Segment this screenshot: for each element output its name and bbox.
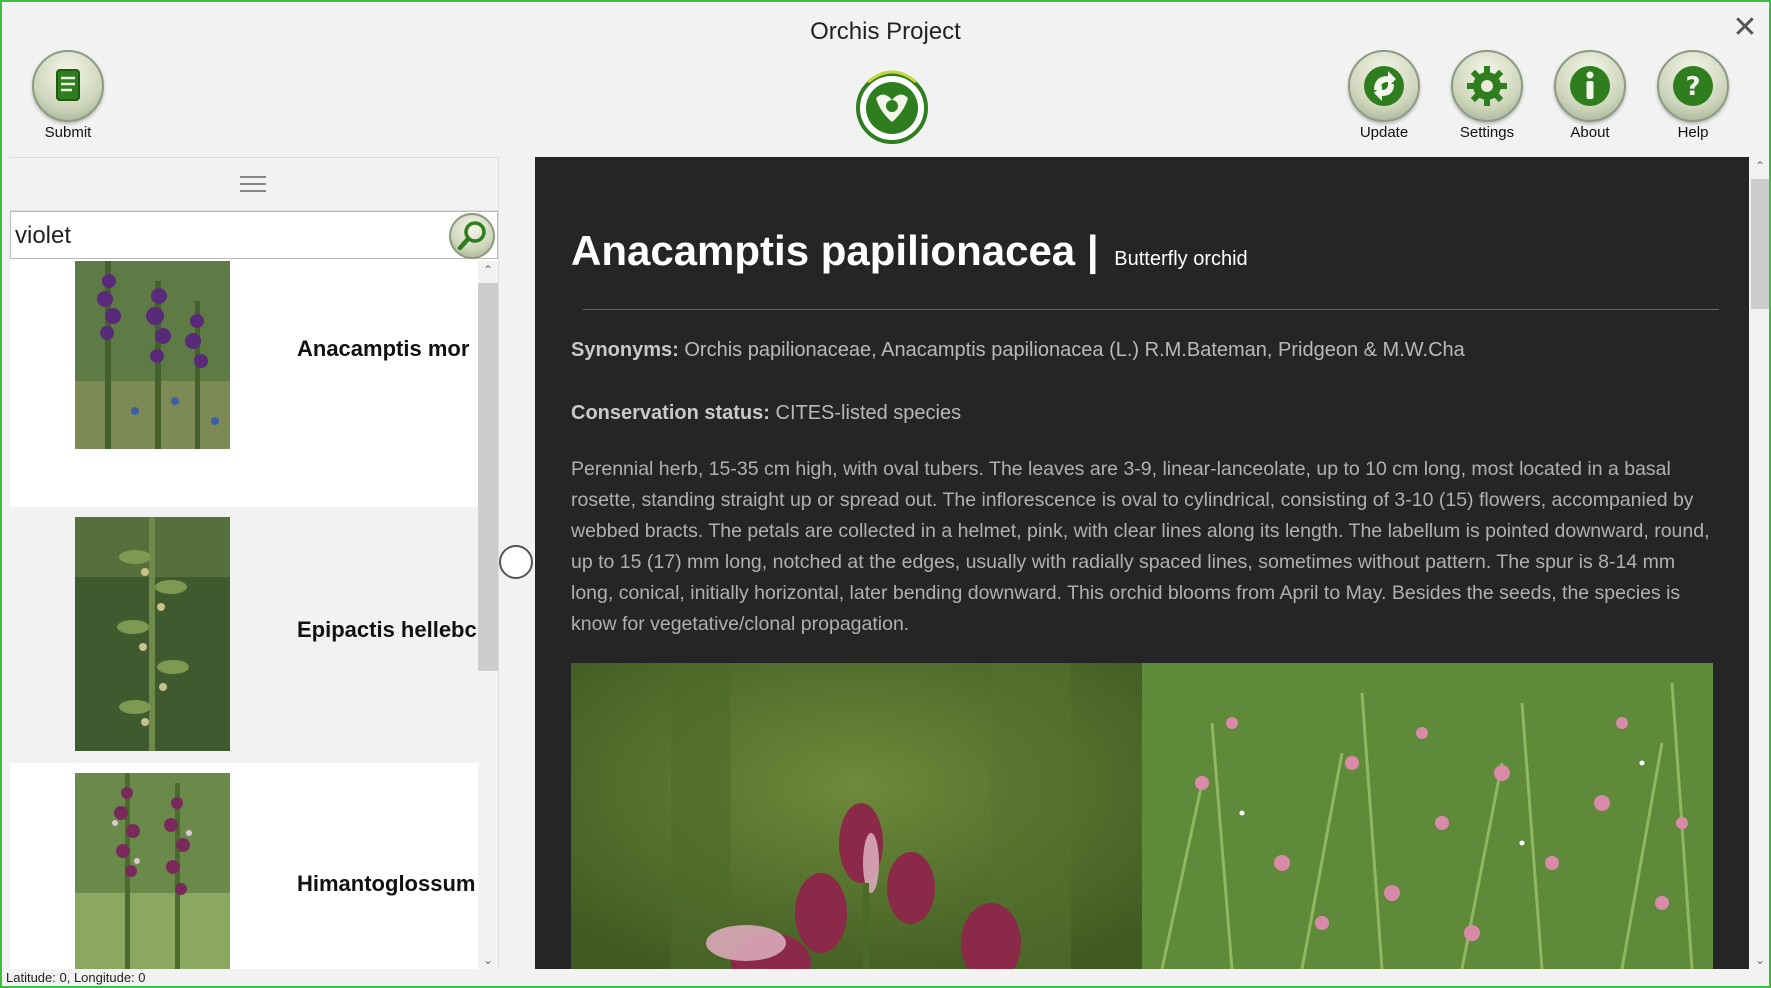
thumbnail-image [75, 773, 230, 969]
scrollbar-thumb[interactable] [478, 283, 498, 671]
conservation-row: Conservation status: CITES-listed specie… [571, 402, 961, 425]
settings-label: Settings [1459, 124, 1515, 141]
species-photo-habitat[interactable] [1142, 663, 1713, 969]
settings-button[interactable]: Settings [1447, 50, 1527, 141]
about-label: About [1570, 124, 1610, 141]
update-button[interactable]: Update [1344, 50, 1424, 141]
scroll-down-icon[interactable]: ⌄ [1751, 951, 1769, 969]
species-photo-closeup[interactable] [571, 663, 1142, 969]
species-heading: Anacamptis papilionacea | Butterfly orch… [571, 227, 1248, 275]
window-title: Orchis Project [810, 18, 961, 45]
pane-splitter-handle[interactable] [499, 545, 533, 579]
scientific-name: Anacamptis papilionacea [571, 227, 1076, 274]
photo-gallery [571, 663, 1713, 969]
svg-text:?: ? [1685, 72, 1700, 102]
submit-document-icon [32, 50, 104, 122]
search-box [10, 211, 498, 259]
synonyms-label: Synonyms: [571, 339, 679, 361]
help-question-icon: ? [1657, 50, 1729, 122]
conservation-label: Conservation status: [571, 402, 770, 424]
scroll-up-icon[interactable]: ⌃ [478, 261, 498, 279]
help-label: Help [1677, 124, 1709, 141]
app-window: Orchis Project ✕ Submit Update Settings … [0, 0, 1771, 988]
results-pane: Anacamptis mor [10, 157, 499, 969]
menu-toggle[interactable] [10, 157, 498, 211]
result-name: Anacamptis mor [297, 336, 470, 361]
result-name: Epipactis hellebc [297, 617, 477, 642]
update-icon [1348, 50, 1420, 122]
result-name: Himantoglossum [297, 871, 476, 896]
species-description: Perennial herb, 15-35 cm high, with oval… [571, 458, 1710, 635]
submit-button[interactable]: Submit [28, 50, 108, 141]
about-button[interactable]: About [1550, 50, 1630, 141]
conservation-value: CITES-listed species [775, 402, 962, 424]
results-list: Anacamptis mor Epipactis hellebc Himanto… [10, 261, 478, 969]
content-scrollbar[interactable]: ⌃ ⌄ [1751, 157, 1769, 969]
synonyms-row: Synonyms: Orchis papilionaceae, Anacampt… [571, 339, 1465, 362]
search-button[interactable] [449, 213, 495, 259]
update-label: Update [1359, 124, 1409, 141]
help-button[interactable]: ? Help [1653, 50, 1733, 141]
submit-label: Submit [44, 124, 92, 141]
common-name: Butterfly orchid [1114, 248, 1248, 270]
about-info-icon [1554, 50, 1626, 122]
settings-gear-icon [1451, 50, 1523, 122]
synonyms-value: Orchis papilionaceae, Anacamptis papilio… [684, 339, 1465, 361]
thumbnail-image [75, 517, 230, 751]
divider [583, 309, 1719, 310]
close-icon[interactable]: ✕ [1729, 12, 1761, 44]
status-bar: Latitude: 0, Longitude: 0 [6, 970, 146, 985]
list-item[interactable]: Epipactis hellebc [10, 507, 478, 763]
scrollbar-thumb[interactable] [1751, 179, 1769, 309]
orchis-logo [854, 60, 930, 148]
search-input[interactable] [13, 218, 437, 254]
search-icon [457, 221, 486, 251]
thumbnail-image [75, 261, 230, 449]
species-detail: Anacamptis papilionacea | Butterfly orch… [535, 157, 1749, 969]
list-item[interactable]: Himantoglossum [10, 763, 478, 969]
scroll-up-icon[interactable]: ⌃ [1751, 157, 1769, 175]
name-separator: | [1086, 227, 1099, 274]
hamburger-menu-icon [240, 176, 266, 197]
list-item[interactable]: Anacamptis mor [10, 261, 478, 507]
results-scrollbar[interactable]: ⌃ ⌄ [478, 261, 498, 969]
scroll-down-icon[interactable]: ⌄ [478, 951, 498, 969]
